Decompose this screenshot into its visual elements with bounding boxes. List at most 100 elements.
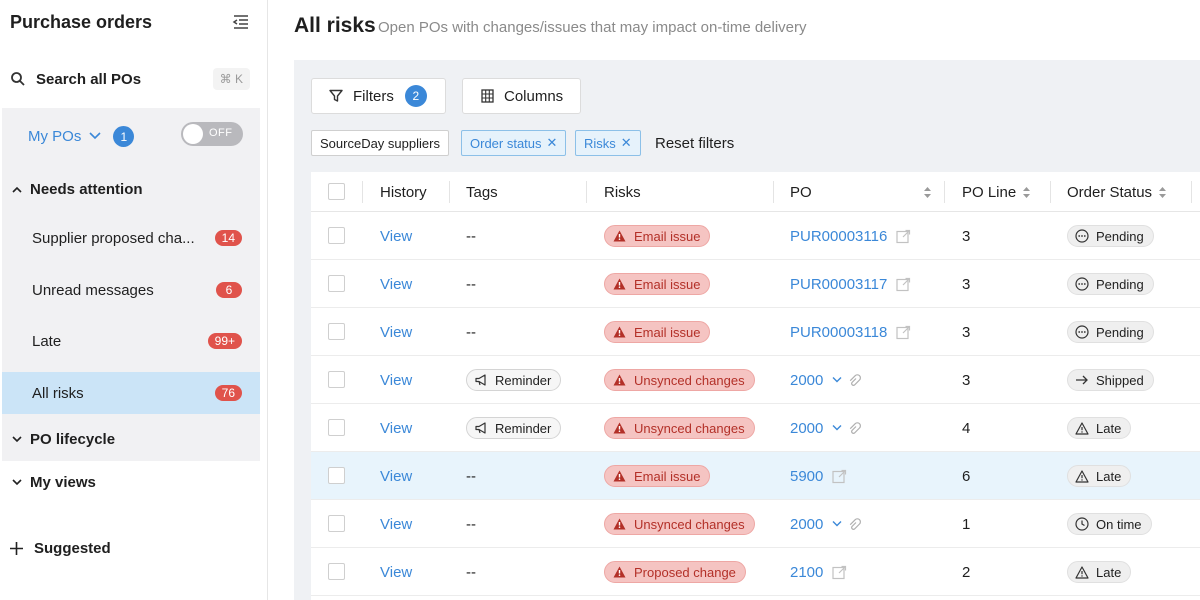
my-pos-dropdown[interactable]: My POs 1 [28, 126, 135, 147]
status-cell: Pending [1067, 308, 1154, 356]
po-link[interactable]: 2000 [790, 372, 823, 389]
chevron-attachment-icon[interactable] [832, 518, 862, 530]
po-link[interactable]: PUR00003118 [790, 324, 887, 341]
needs-attention-section[interactable]: Needs attention [12, 181, 143, 198]
history-view-link[interactable]: View [380, 500, 412, 548]
column-header-po[interactable]: PO [790, 172, 812, 212]
po-link[interactable]: PUR00003116 [790, 228, 887, 245]
pending-icon [1075, 229, 1089, 243]
column-divider [1050, 181, 1051, 203]
history-view-link[interactable]: View [380, 212, 412, 260]
row-checkbox[interactable] [328, 515, 345, 532]
filters-button[interactable]: Filters 2 [311, 78, 446, 114]
sidebar-title: Purchase orders [10, 12, 153, 32]
status-cell: Pending [1067, 260, 1154, 308]
table-row[interactable]: View Reminder Unsynced changes 2000 4 Late [311, 404, 1200, 452]
external-link-icon[interactable] [896, 277, 911, 292]
page-title: All risks [294, 14, 376, 37]
table-row[interactable]: View -- Email issue PUR00003118 3 Pending [311, 308, 1200, 356]
row-checkbox[interactable] [328, 467, 345, 484]
sort-icon[interactable] [923, 186, 932, 199]
sidebar-item-unread-messages[interactable]: Unread messages 6 [2, 269, 260, 311]
table-row[interactable]: View Reminder Unsynced changes 2000 3 Shipped [311, 356, 1200, 404]
risk-badge: Email issue [604, 273, 711, 295]
table-row[interactable]: View -- Email issue 5900 6 Late [311, 452, 1200, 500]
external-link-icon[interactable] [896, 229, 911, 244]
sort-icon [1022, 186, 1031, 199]
collapse-sidebar-icon[interactable] [232, 14, 250, 30]
chip-label: SourceDay suppliers [320, 135, 440, 151]
row-checkbox[interactable] [328, 227, 345, 244]
chip-sourceday-suppliers[interactable]: SourceDay suppliers [311, 130, 449, 156]
risk-badge: Unsynced changes [604, 369, 755, 391]
warning-icon [613, 518, 626, 530]
po-link[interactable]: 2100 [790, 564, 823, 581]
my-views-section[interactable]: My views [12, 474, 96, 491]
table-row[interactable]: View -- Proposed change 2100 2 Late [311, 548, 1200, 596]
external-link-icon[interactable] [896, 325, 911, 340]
suggested-section[interactable]: Suggested [10, 540, 111, 557]
external-link-icon[interactable] [832, 565, 847, 580]
megaphone-icon [475, 422, 489, 434]
column-header-label: Order Status [1067, 183, 1153, 201]
po-lifecycle-section[interactable]: PO lifecycle [12, 431, 115, 448]
sidebar-item-count: 76 [214, 385, 242, 401]
po-link[interactable]: PUR00003117 [790, 276, 887, 293]
row-checkbox[interactable] [328, 371, 345, 388]
close-icon[interactable]: ✕ [621, 135, 632, 151]
risk-label: Unsynced changes [634, 420, 745, 436]
columns-button[interactable]: Columns [462, 78, 581, 114]
risk-label: Email issue [634, 468, 701, 484]
warning-icon [1075, 421, 1089, 435]
column-divider [944, 181, 945, 203]
history-view-link[interactable]: View [380, 452, 412, 500]
chevron-attachment-icon[interactable] [832, 422, 862, 434]
main-panel: Filters 2 Columns SourceDay suppliers Or… [294, 60, 1200, 600]
tag-reminder[interactable]: Reminder [466, 369, 562, 391]
search-all-pos[interactable]: Search all POs ⌘ K [10, 68, 252, 90]
close-icon[interactable]: ✕ [547, 135, 558, 151]
po-link[interactable]: 2000 [790, 420, 823, 437]
column-header-history[interactable]: History [380, 172, 427, 212]
po-link[interactable]: 5900 [790, 468, 823, 485]
history-view-link[interactable]: View [380, 548, 412, 596]
history-view-link[interactable]: View [380, 308, 412, 356]
reset-filters-link[interactable]: Reset filters [655, 135, 734, 152]
column-header-order-status[interactable]: Order Status [1067, 172, 1167, 212]
row-checkbox[interactable] [328, 563, 345, 580]
clock-icon [1075, 517, 1089, 531]
filter-icon [329, 89, 343, 103]
chip-risks[interactable]: Risks ✕ [575, 130, 641, 156]
warning-icon [613, 470, 626, 482]
column-header-risks[interactable]: Risks [604, 172, 641, 212]
my-pos-toggle[interactable]: OFF [181, 122, 243, 146]
tag-reminder[interactable]: Reminder [466, 417, 562, 439]
status-badge: Late [1067, 561, 1132, 583]
table-row[interactable]: View -- Email issue PUR00003117 3 Pending [311, 260, 1200, 308]
history-view-link[interactable]: View [380, 404, 412, 452]
sidebar-item-label: Supplier proposed cha... [32, 229, 195, 247]
history-view-link[interactable]: View [380, 356, 412, 404]
po-line-cell: 3 [962, 371, 971, 389]
sidebar-item-supplier-proposed[interactable]: Supplier proposed cha... 14 [2, 217, 260, 259]
chip-order-status[interactable]: Order status ✕ [461, 130, 567, 156]
sidebar-item-all-risks[interactable]: All risks 76 [2, 372, 260, 414]
row-checkbox[interactable] [328, 275, 345, 292]
select-all-checkbox[interactable] [328, 183, 345, 200]
table-row[interactable]: View -- Unsynced changes 2000 1 On time [311, 500, 1200, 548]
history-view-link[interactable]: View [380, 260, 412, 308]
column-divider [773, 181, 774, 203]
row-checkbox[interactable] [328, 323, 345, 340]
chevron-down-icon [12, 436, 24, 443]
sidebar-item-late[interactable]: Late 99+ [2, 320, 260, 362]
row-checkbox[interactable] [328, 419, 345, 436]
po-link[interactable]: 2000 [790, 516, 823, 533]
chevron-attachment-icon[interactable] [832, 374, 862, 386]
chevron-down-icon [89, 127, 101, 144]
column-header-tags[interactable]: Tags [466, 172, 498, 212]
column-header-po-line[interactable]: PO Line [962, 172, 1031, 212]
table-row[interactable]: View -- Email issue PUR00003116 3 Pending [311, 212, 1200, 260]
risk-badge: Email issue [604, 321, 711, 343]
risk-badge: Email issue [604, 225, 711, 247]
external-link-icon[interactable] [832, 469, 847, 484]
